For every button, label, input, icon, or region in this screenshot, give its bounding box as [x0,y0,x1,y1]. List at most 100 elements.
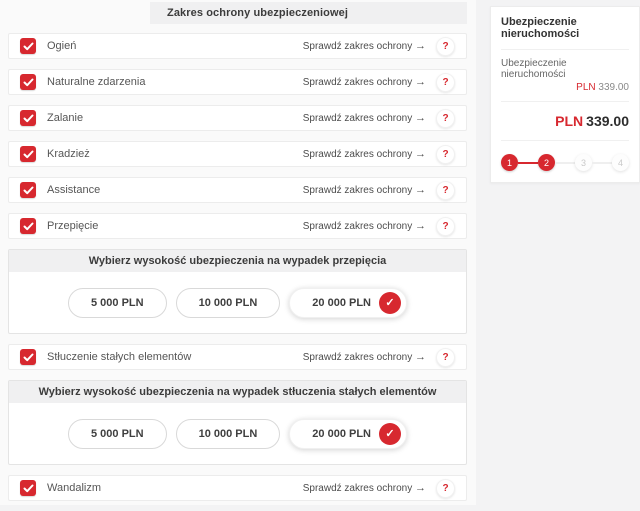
selected-check-icon: ✓ [379,423,401,445]
summary-total-amount: 339.00 [586,113,629,129]
coverage-row: Przepięcie Sprawdź zakres ochrony →? [8,213,467,239]
progress-step-3: 3 [575,154,592,171]
coverage-checkbox[interactable] [20,38,36,54]
coverage-row-actions: Sprawdź zakres ochrony →? [303,181,455,200]
coverage-label: Ogień [47,40,76,52]
amount-pill[interactable]: 5 000 PLN [68,288,167,318]
coverage-row-actions: Sprawdź zakres ochrony →? [303,73,455,92]
help-icon[interactable]: ? [436,181,455,200]
arrow-right-icon: → [415,40,426,52]
coverage-row: Naturalne zdarzenia Sprawdź zakres ochro… [8,69,467,95]
amount-pill-group: 5 000 PLN 10 000 PLN 20 000 PLN ✓ [9,403,466,464]
summary-item-price: PLN 339.00 [501,82,629,93]
summary-panel: Ubezpieczenie nieruchomości Ubezpieczeni… [490,6,640,183]
amount-selector-card: Wybierz wysokość ubezpieczenia na wypade… [8,249,467,334]
coverage-link[interactable]: Sprawdź zakres ochrony → [303,148,426,160]
coverage-label: Naturalne zdarzenia [47,76,145,88]
checkmark-icon [23,186,34,195]
arrow-right-icon: → [415,184,426,196]
summary-item-label: Ubezpieczenie nieruchomości [501,58,629,80]
coverage-checkbox[interactable] [20,74,36,90]
checkmark-icon [23,484,34,493]
help-icon[interactable]: ? [436,479,455,498]
coverage-link[interactable]: Sprawdź zakres ochrony → [303,351,426,363]
arrow-right-icon: → [415,351,426,363]
coverage-row: Ogień Sprawdź zakres ochrony →? [8,33,467,59]
step-connector [555,162,575,164]
coverage-row-actions: Sprawdź zakres ochrony →? [303,217,455,236]
summary-title: Ubezpieczenie nieruchomości [501,16,629,50]
help-icon[interactable]: ? [436,37,455,56]
coverage-row: Kradzież Sprawdź zakres ochrony →? [8,141,467,167]
coverage-row: Stłuczenie stałych elementów Sprawdź zak… [8,344,467,370]
amount-pill-label: 5 000 PLN [91,428,144,440]
coverage-link-label: Sprawdź zakres ochrony [303,185,413,196]
coverage-label: Kradzież [47,148,90,160]
page-title: Zakres ochrony ubezpieczeniowej [150,2,467,24]
amount-pill[interactable]: 20 000 PLN ✓ [289,288,407,318]
step-connector [518,162,538,164]
amount-pill[interactable]: 10 000 PLN [176,419,281,449]
coverage-label: Zalanie [47,112,83,124]
selected-check-icon: ✓ [379,292,401,314]
coverage-checkbox[interactable] [20,480,36,496]
amount-pill[interactable]: 5 000 PLN [68,419,167,449]
help-icon[interactable]: ? [436,109,455,128]
coverage-checkbox[interactable] [20,182,36,198]
coverage-row-actions: Sprawdź zakres ochrony →? [303,109,455,128]
amount-pill-label: 20 000 PLN [312,428,371,440]
help-icon[interactable]: ? [436,348,455,367]
coverage-link[interactable]: Sprawdź zakres ochrony → [303,76,426,88]
step-connector [592,162,612,164]
help-icon[interactable]: ? [436,217,455,236]
arrow-right-icon: → [415,112,426,124]
coverage-row-actions: Sprawdź zakres ochrony →? [303,145,455,164]
summary-line-item: Ubezpieczenie nieruchomości PLN 339.00 [501,50,629,102]
coverage-label: Stłuczenie stałych elementów [47,351,191,363]
amount-selector-card: Wybierz wysokość ubezpieczenia na wypade… [8,380,467,465]
selector-title: Wybierz wysokość ubezpieczenia na wypade… [9,381,466,403]
amount-pill-label: 10 000 PLN [199,297,258,309]
coverage-link[interactable]: Sprawdź zakres ochrony → [303,482,426,494]
coverage-row-actions: Sprawdź zakres ochrony →? [303,479,455,498]
checkmark-icon [23,222,34,231]
coverage-checkbox[interactable] [20,218,36,234]
coverage-row-actions: Sprawdź zakres ochrony →? [303,348,455,367]
coverage-link-label: Sprawdź zakres ochrony [303,41,413,52]
checkmark-icon [23,114,34,123]
coverage-checkbox[interactable] [20,146,36,162]
amount-pill-label: 20 000 PLN [312,297,371,309]
progress-steps: 1 2 3 4 [501,141,629,171]
coverage-checkbox[interactable] [20,349,36,365]
coverage-link-label: Sprawdź zakres ochrony [303,221,413,232]
amount-pill-label: 10 000 PLN [199,428,258,440]
coverage-link[interactable]: Sprawdź zakres ochrony → [303,184,426,196]
coverage-checkbox[interactable] [20,110,36,126]
checkmark-icon [23,42,34,51]
help-icon[interactable]: ? [436,145,455,164]
summary-item-amount: 339.00 [598,82,629,93]
summary-total-currency: PLN [555,113,583,129]
coverage-link-label: Sprawdź zakres ochrony [303,483,413,494]
coverage-link-label: Sprawdź zakres ochrony [303,77,413,88]
summary-item-currency: PLN [576,82,595,93]
coverage-link[interactable]: Sprawdź zakres ochrony → [303,220,426,232]
progress-step-1[interactable]: 1 [501,154,518,171]
coverage-row: Wandalizm Sprawdź zakres ochrony →? [8,475,467,501]
coverage-link[interactable]: Sprawdź zakres ochrony → [303,112,426,124]
amount-pill-label: 5 000 PLN [91,297,144,309]
coverage-link[interactable]: Sprawdź zakres ochrony → [303,40,426,52]
amount-pill-group: 5 000 PLN 10 000 PLN 20 000 PLN ✓ [9,272,466,333]
coverage-label: Assistance [47,184,100,196]
amount-pill[interactable]: 10 000 PLN [176,288,281,318]
summary-total-price: PLN339.00 [501,102,629,141]
help-icon[interactable]: ? [436,73,455,92]
checkmark-icon [23,78,34,87]
coverage-link-label: Sprawdź zakres ochrony [303,149,413,160]
arrow-right-icon: → [415,220,426,232]
progress-step-2[interactable]: 2 [538,154,555,171]
coverage-row: Assistance Sprawdź zakres ochrony →? [8,177,467,203]
amount-pill[interactable]: 20 000 PLN ✓ [289,419,407,449]
coverage-link-label: Sprawdź zakres ochrony [303,352,413,363]
progress-step-4: 4 [612,154,629,171]
